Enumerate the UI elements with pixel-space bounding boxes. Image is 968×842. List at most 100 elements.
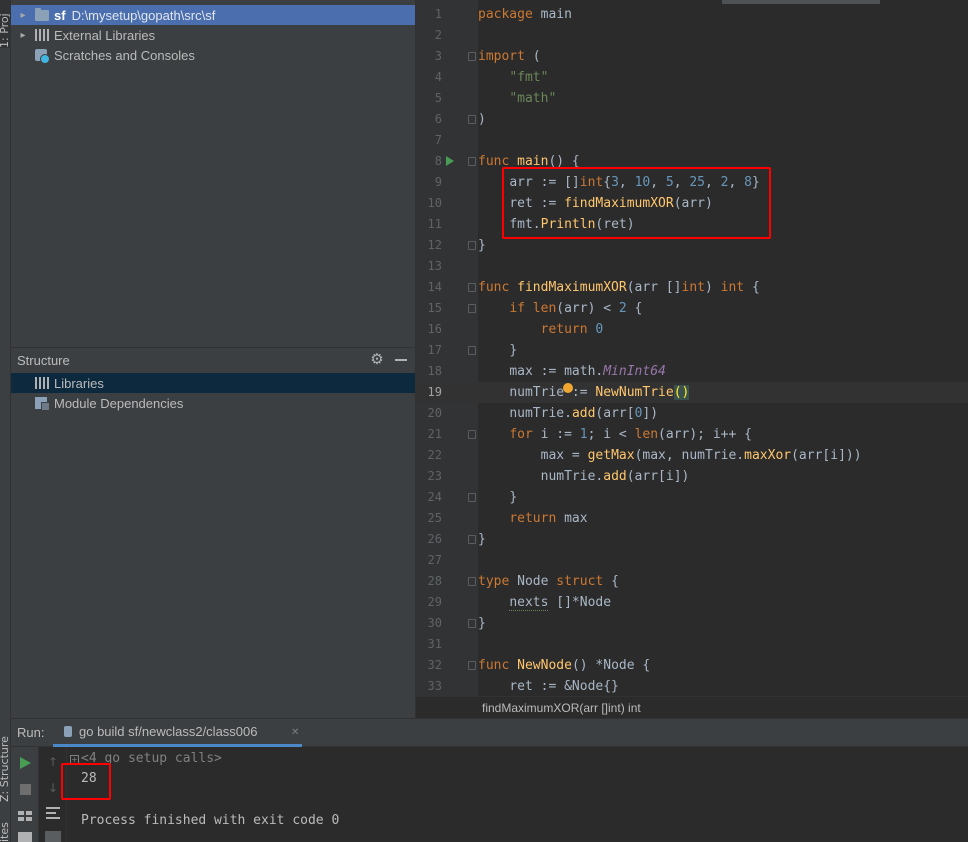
line-number: 12 xyxy=(427,238,442,252)
libraries-icon xyxy=(34,27,50,43)
structure-tool-button[interactable]: Z: Structure xyxy=(0,726,11,802)
code-line: 3 import ( xyxy=(416,46,968,67)
run-label: Run: xyxy=(17,725,45,740)
code-line: 21 for i := 1; i < len(arr); i++ { xyxy=(416,424,968,445)
fold-icon[interactable] xyxy=(468,430,476,439)
code-line: 29 nexts []*Node xyxy=(416,592,968,613)
code-line: 16 return 0 xyxy=(416,319,968,340)
run-header: Run: go build sf/newclass2/class006 ✕ xyxy=(11,719,968,747)
code-line: 7 xyxy=(416,130,968,151)
line-number: 10 xyxy=(427,196,442,210)
fold-icon[interactable] xyxy=(468,241,476,250)
line-number: 1 xyxy=(434,7,442,21)
code-line: 31 xyxy=(416,634,968,655)
fold-icon[interactable] xyxy=(468,346,476,355)
code-editor[interactable]: 1 package main 2 3 import ( 4 "fmt" 5 "m… xyxy=(416,0,968,696)
fold-icon[interactable] xyxy=(468,619,476,628)
libraries-icon xyxy=(34,375,50,391)
code-line: 5 "math" xyxy=(416,88,968,109)
scroll-to-end-icon[interactable] xyxy=(45,831,61,842)
code-line: 17 } xyxy=(416,340,968,361)
structure-title: Structure xyxy=(17,352,70,368)
code-line: 18 max := math.MinInt64 xyxy=(416,361,968,382)
favorites-tool-button[interactable]: ites xyxy=(0,822,11,842)
fold-icon[interactable] xyxy=(468,535,476,544)
structure-item-label: Libraries xyxy=(54,375,104,391)
fold-icon[interactable] xyxy=(468,661,476,670)
line-number: 28 xyxy=(427,574,442,588)
minimize-icon[interactable] xyxy=(393,351,409,367)
highlight-box xyxy=(61,763,111,800)
scratches-icon xyxy=(34,47,50,64)
line-number: 19 xyxy=(427,385,442,399)
run-tab[interactable]: go build sf/newclass2/class006 ✕ xyxy=(53,719,302,747)
run-toolbar xyxy=(11,747,39,842)
code-line: 28 type Node struct { xyxy=(416,571,968,592)
tree-item-label: Scratches and Consoles xyxy=(54,47,195,63)
intention-bulb-icon[interactable] xyxy=(563,383,573,393)
line-number: 25 xyxy=(427,511,442,525)
code-line: 22 max = getMax(max, numTrie.maxXor(arr[… xyxy=(416,445,968,466)
code-line-current: 19 numTrie := NewNumTrie() xyxy=(416,382,968,403)
structure-item-libraries[interactable]: Libraries xyxy=(11,373,415,393)
line-number: 29 xyxy=(427,595,442,609)
fold-icon[interactable] xyxy=(468,115,476,124)
folder-icon xyxy=(34,7,50,23)
chevron-right-icon[interactable]: ▸ xyxy=(17,10,29,21)
code-line: 13 xyxy=(416,256,968,277)
project-panel: ▸ sf D:\mysetup\gopath\src\sf ▸ External… xyxy=(11,0,415,347)
fold-icon[interactable] xyxy=(468,304,476,313)
gear-icon[interactable]: ⚙ xyxy=(369,351,385,367)
line-number: 23 xyxy=(427,469,442,483)
line-number: 15 xyxy=(427,301,442,315)
structure-item-module-dependencies[interactable]: Module Dependencies xyxy=(11,393,415,413)
breadcrumb[interactable]: findMaximumXOR(arr []int) int xyxy=(416,696,968,718)
chevron-right-icon[interactable]: ▸ xyxy=(17,30,29,41)
code-line: 32 func NewNode() *Node { xyxy=(416,655,968,676)
code-line: 30 } xyxy=(416,613,968,634)
line-number: 9 xyxy=(434,175,442,189)
pin-icon[interactable] xyxy=(18,832,32,842)
tree-item-scratches[interactable]: Scratches and Consoles xyxy=(11,45,415,65)
line-number: 8 xyxy=(434,154,442,168)
tree-item-external-libraries[interactable]: ▸ External Libraries xyxy=(11,25,415,45)
rerun-icon[interactable] xyxy=(20,757,31,769)
code-line: 25 return max xyxy=(416,508,968,529)
soft-wrap-icon[interactable] xyxy=(46,807,60,819)
module-icon xyxy=(34,395,50,411)
close-icon[interactable]: ✕ xyxy=(291,728,300,738)
run-panel: Run: go build sf/newclass2/class006 ✕ ↑ … xyxy=(11,718,968,842)
code-line: 6 ) xyxy=(416,109,968,130)
arrow-up-icon[interactable]: ↑ xyxy=(47,755,59,769)
tree-item-sf[interactable]: ▸ sf D:\mysetup\gopath\src\sf xyxy=(11,5,415,25)
console-process-status: Process finished with exit code 0 xyxy=(81,813,340,828)
code-line: 14 func findMaximumXOR(arr []int) int { xyxy=(416,277,968,298)
fold-icon[interactable] xyxy=(468,283,476,292)
structure-item-label: Module Dependencies xyxy=(54,395,184,411)
fold-icon[interactable] xyxy=(468,52,476,61)
line-number: 7 xyxy=(434,133,442,147)
layout-icon[interactable] xyxy=(18,811,32,821)
line-number: 5 xyxy=(434,91,442,105)
code-line: 2 xyxy=(416,25,968,46)
line-number: 17 xyxy=(427,343,442,357)
line-number: 27 xyxy=(427,553,442,567)
structure-header: Structure xyxy=(11,348,415,372)
stop-icon[interactable] xyxy=(20,784,31,795)
line-number: 13 xyxy=(427,259,442,273)
arrow-down-icon[interactable]: ↓ xyxy=(47,781,59,795)
line-number: 21 xyxy=(427,427,442,441)
line-number: 31 xyxy=(427,637,442,651)
tree-item-label: External Libraries xyxy=(54,27,156,43)
project-tool-button[interactable]: 1: Proj xyxy=(0,0,11,48)
highlight-box xyxy=(502,167,771,239)
tree-item-path: D:\mysetup\gopath\src\sf xyxy=(71,7,216,23)
line-number: 26 xyxy=(427,532,442,546)
run-gutter-icon[interactable] xyxy=(446,156,454,166)
code-line: 1 package main xyxy=(416,4,968,25)
fold-icon[interactable] xyxy=(468,157,476,166)
line-number: 20 xyxy=(427,406,442,420)
tree-item-name: sf xyxy=(54,7,66,23)
fold-icon[interactable] xyxy=(468,577,476,586)
fold-icon[interactable] xyxy=(468,493,476,502)
